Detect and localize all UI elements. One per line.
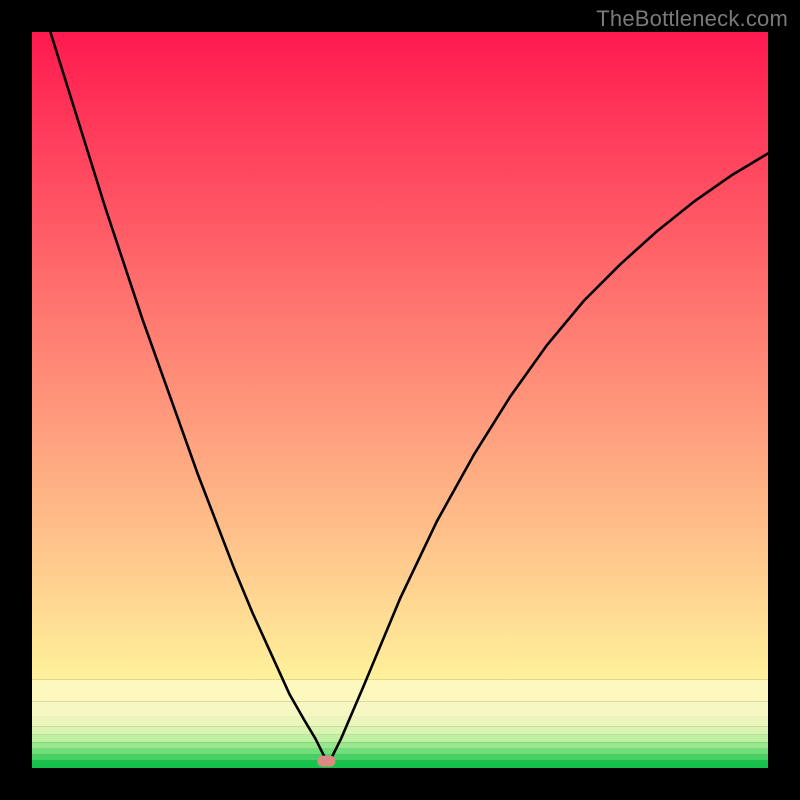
bottleneck-chart — [32, 32, 768, 768]
min-marker — [317, 756, 335, 767]
watermark-text: TheBottleneck.com — [596, 6, 788, 32]
chart-frame: TheBottleneck.com — [0, 0, 800, 800]
plot-area — [32, 32, 768, 768]
